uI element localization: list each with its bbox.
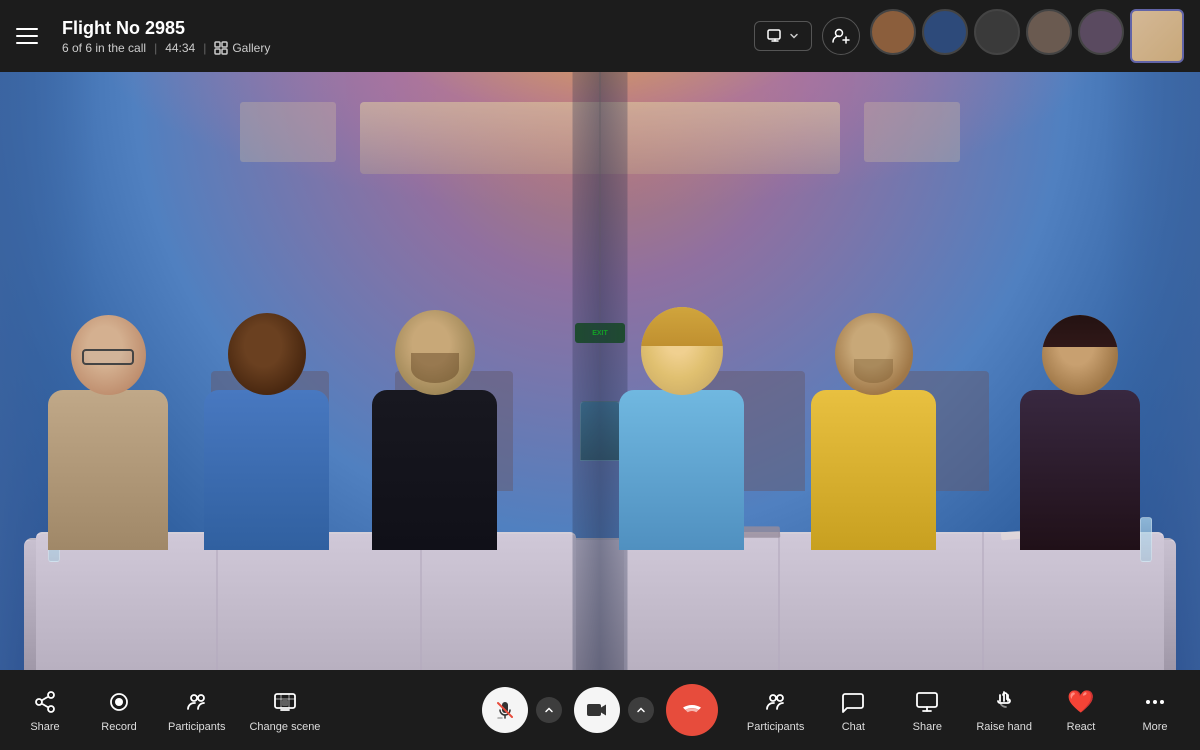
menu-button[interactable] xyxy=(16,20,48,52)
mic-button[interactable] xyxy=(482,687,528,733)
screen-share-button[interactable] xyxy=(754,21,812,51)
share-icon xyxy=(31,688,59,716)
toolbar-right: Participants Chat Share xyxy=(747,688,1180,733)
video-icon xyxy=(586,699,608,721)
mic-chevron-button[interactable] xyxy=(536,697,562,723)
chat-icon xyxy=(839,688,867,716)
participant-person2 xyxy=(204,313,329,550)
toolbar-left: Share Record Participants xyxy=(20,688,320,733)
avatar-6-large[interactable] xyxy=(1130,9,1184,63)
video-button[interactable] xyxy=(574,687,620,733)
participants-icon-right xyxy=(762,688,790,716)
share-icon-right xyxy=(913,688,941,716)
end-call-icon xyxy=(679,697,705,723)
participant-person3 xyxy=(372,310,497,550)
avatar-5[interactable] xyxy=(1078,9,1124,55)
gallery-icon xyxy=(214,41,228,55)
call-timer: 44:34 xyxy=(165,41,195,55)
participants-button-left[interactable]: Participants xyxy=(168,688,225,733)
more-button[interactable]: More xyxy=(1130,688,1180,733)
more-label: More xyxy=(1142,721,1167,733)
meeting-title: Flight No 2985 xyxy=(62,18,754,39)
change-scene-label: Change scene xyxy=(249,721,320,733)
screen-share-icon xyxy=(767,28,783,44)
avatar-1[interactable] xyxy=(870,9,916,55)
separator2: | xyxy=(203,41,206,55)
separator: | xyxy=(154,41,157,55)
participants-icon-left xyxy=(183,688,211,716)
video-chevron-button[interactable] xyxy=(628,697,654,723)
avatar-4[interactable] xyxy=(1026,9,1072,55)
top-bar: Flight No 2985 6 of 6 in the call | 44:3… xyxy=(0,0,1200,72)
record-button[interactable]: Record xyxy=(94,688,144,733)
participant-person4 xyxy=(619,307,744,550)
raise-hand-label: Raise hand xyxy=(976,721,1032,733)
bottom-toolbar: Share Record Participants xyxy=(0,670,1200,750)
toolbar-center xyxy=(482,684,718,736)
mic-icon xyxy=(495,700,515,720)
share-label: Share xyxy=(30,721,59,733)
main-video-area: EXIT xyxy=(0,72,1200,670)
raise-hand-icon xyxy=(990,688,1018,716)
record-icon xyxy=(105,688,133,716)
more-icon xyxy=(1141,688,1169,716)
participant-person6 xyxy=(1020,315,1140,550)
chat-button[interactable]: Chat xyxy=(828,688,878,733)
participants-label-left: Participants xyxy=(168,721,225,733)
change-scene-icon xyxy=(271,688,299,716)
participant-avatars xyxy=(870,9,1184,63)
add-person-icon xyxy=(831,26,851,46)
react-label: React xyxy=(1067,721,1096,733)
share-label-right: Share xyxy=(913,721,942,733)
avatar-3[interactable] xyxy=(974,9,1020,55)
record-label: Record xyxy=(101,721,136,733)
participants-label-right: Participants xyxy=(747,721,804,733)
share-button[interactable]: Share xyxy=(20,688,70,733)
chevron-down-icon xyxy=(789,31,799,41)
video-background: EXIT xyxy=(0,72,1200,670)
participant-person5 xyxy=(811,313,936,550)
chevron-up-icon xyxy=(544,705,554,715)
react-button[interactable]: ❤️ React xyxy=(1056,688,1106,733)
raise-hand-button[interactable]: Raise hand xyxy=(976,688,1032,733)
chat-label: Chat xyxy=(842,721,865,733)
participant-person1 xyxy=(48,315,168,550)
gallery-button[interactable]: Gallery xyxy=(214,41,270,55)
add-person-button[interactable] xyxy=(822,17,860,55)
call-title: Flight No 2985 6 of 6 in the call | 44:3… xyxy=(62,18,754,55)
participants-button-right[interactable]: Participants xyxy=(747,688,804,733)
react-icon: ❤️ xyxy=(1067,688,1095,716)
call-meta: 6 of 6 in the call | 44:34 | Gallery xyxy=(62,41,754,55)
share-button-right[interactable]: Share xyxy=(902,688,952,733)
end-call-button[interactable] xyxy=(666,684,718,736)
chevron-up-icon2 xyxy=(636,705,646,715)
top-right-controls xyxy=(754,9,1184,63)
participant-count: 6 of 6 in the call xyxy=(62,41,146,55)
change-scene-button[interactable]: Change scene xyxy=(249,688,320,733)
avatar-2[interactable] xyxy=(922,9,968,55)
gallery-label: Gallery xyxy=(232,41,270,55)
